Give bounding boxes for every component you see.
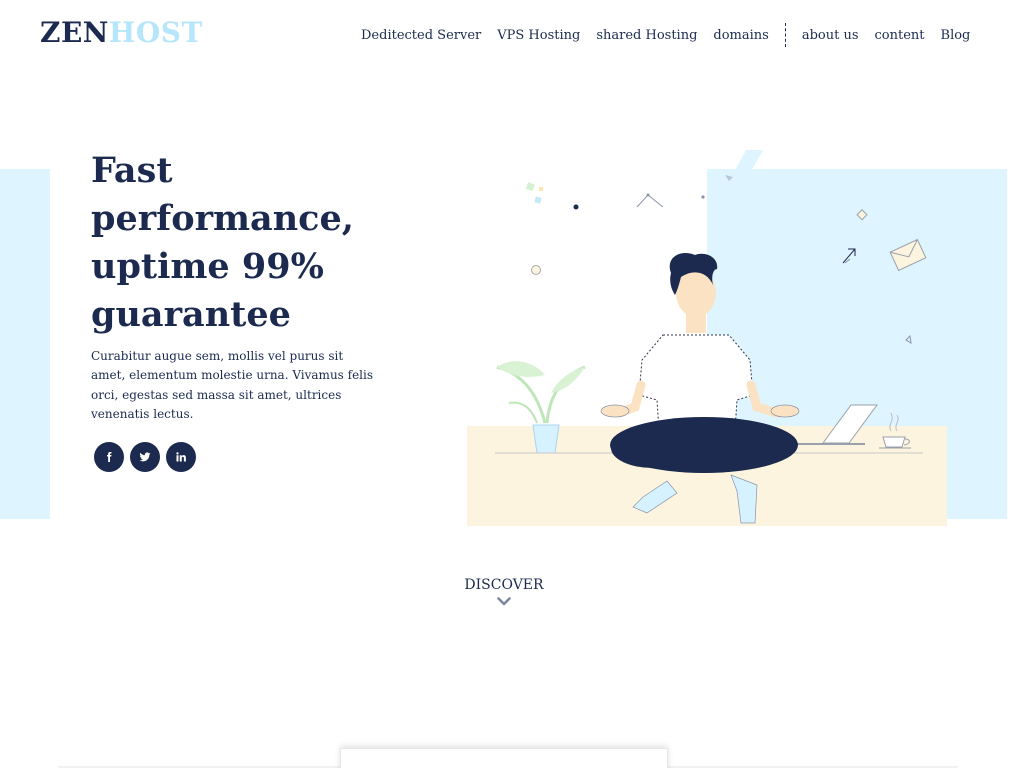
nav-item-content[interactable]: content (875, 28, 925, 43)
nav-item-blog[interactable]: Blog (941, 28, 971, 43)
nav-item-vps-hosting[interactable]: VPS Hosting (497, 28, 580, 43)
nav-item-shared-hosting[interactable]: shared Hosting (596, 28, 697, 43)
nav-item-dedicated-server[interactable]: Deditected Server (361, 28, 481, 43)
facebook-button[interactable] (94, 442, 124, 472)
site-logo[interactable]: ZENHOST (40, 16, 203, 49)
hero-headline: Fast performance, uptime 99% guarantee (91, 150, 354, 335)
main-nav: Deditected Server VPS Hosting shared Hos… (361, 23, 971, 47)
linkedin-icon (175, 451, 187, 463)
social-links (94, 442, 202, 472)
discover-button[interactable]: DISCOVER (404, 577, 604, 606)
nav-divider (784, 23, 786, 47)
facebook-icon (103, 451, 115, 463)
envelope-icon (889, 238, 927, 272)
content-card (340, 748, 668, 768)
linkedin-button[interactable] (166, 442, 196, 472)
hero-description: Curabitur augue sem, mollis vel purus si… (91, 349, 374, 421)
floating-decorations (525, 175, 912, 344)
meditation-illustration (495, 175, 927, 524)
twitter-button[interactable] (130, 442, 160, 472)
plant-illustration (496, 361, 586, 454)
coffee-cup-icon (879, 412, 911, 449)
discover-label: DISCOVER (464, 577, 544, 593)
logo-text-primary: ZEN (40, 16, 109, 49)
chevron-down-icon (404, 597, 604, 606)
logo-text-accent: HOST (108, 16, 203, 49)
nav-item-about-us[interactable]: about us (802, 28, 859, 43)
meditating-person (600, 253, 800, 524)
laptop-illustration (797, 404, 878, 445)
nav-item-domains[interactable]: domains (713, 28, 768, 43)
hero-left-accent-panel (0, 169, 50, 519)
twitter-icon (139, 451, 151, 463)
